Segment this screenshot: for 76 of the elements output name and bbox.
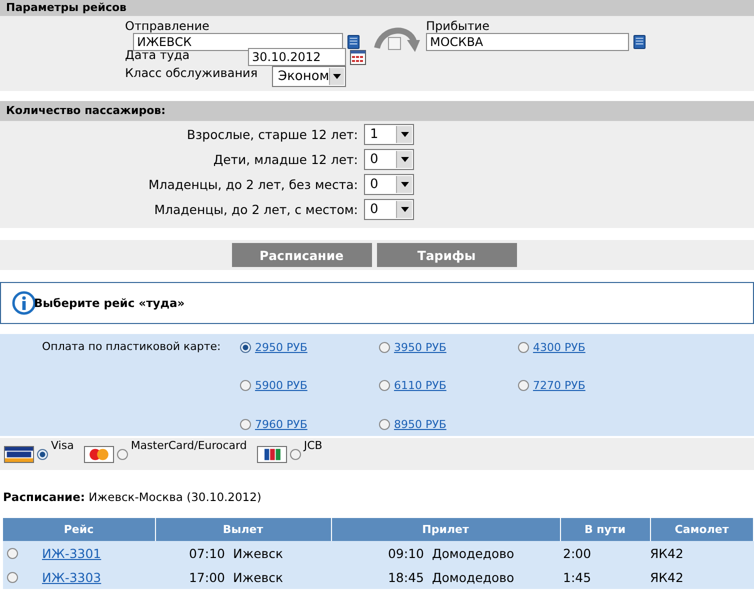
caret-icon bbox=[400, 132, 408, 137]
count-dropdown[interactable]: 0 bbox=[364, 149, 414, 170]
fare-radio[interactable] bbox=[518, 380, 529, 392]
section-header: Параметры рейсов bbox=[0, 0, 754, 16]
info-icon bbox=[12, 291, 36, 315]
section-header: Количество пассажиров: bbox=[0, 101, 754, 121]
caret-icon bbox=[400, 157, 408, 162]
field-label: Отправление bbox=[125, 19, 210, 33]
arrival-airport: Домодедово bbox=[432, 570, 516, 584]
column-header: Прилет bbox=[331, 518, 560, 541]
count-dropdown[interactable]: 0 bbox=[364, 174, 414, 195]
card-logo-icon bbox=[4, 444, 34, 464]
arrival-field[interactable]: МОСКВА bbox=[426, 33, 629, 51]
arrival-time: 18:45 bbox=[388, 570, 424, 584]
card-label: Visa bbox=[51, 438, 74, 452]
fare-link[interactable]: 4300 РУБ bbox=[533, 340, 586, 354]
flight-radio[interactable] bbox=[7, 572, 18, 582]
column-header: Вылет bbox=[155, 518, 331, 541]
payment-label: Оплата по пластиковой карте: bbox=[41, 340, 222, 355]
departure-time: 17:00 bbox=[188, 570, 225, 584]
flight-radio[interactable] bbox=[7, 548, 18, 558]
caret-icon bbox=[400, 182, 408, 187]
aircraft: ЯК42 bbox=[650, 546, 684, 560]
fare-link[interactable]: 2950 РУБ bbox=[255, 340, 308, 354]
duration: 2:00 bbox=[563, 546, 592, 560]
fare-link[interactable]: 3950 РУБ bbox=[394, 340, 446, 354]
column-header: Самолет bbox=[650, 518, 754, 541]
arrival-time: 09:10 bbox=[388, 546, 424, 560]
date-field[interactable]: 30.10.2012 bbox=[248, 48, 346, 66]
fare-link[interactable]: 6110 РУБ bbox=[394, 379, 446, 392]
fare-radio[interactable] bbox=[518, 342, 529, 352]
schedule-title: Расписание: Ижевск-Москва (30.10.2012) bbox=[2, 490, 262, 504]
column-header: В пути bbox=[560, 518, 650, 541]
action-button[interactable]: Расписание bbox=[232, 243, 372, 267]
departure-city: Ижевск bbox=[233, 570, 284, 584]
card-logo-icon bbox=[256, 444, 287, 464]
fare-radio[interactable] bbox=[379, 342, 390, 352]
field-label: Дети, младше 12 лет: bbox=[213, 152, 358, 167]
field-label: Прибытие bbox=[426, 19, 490, 33]
class-dropdown[interactable]: Эконом bbox=[272, 66, 346, 87]
card-radio[interactable] bbox=[290, 448, 301, 460]
fare-radio[interactable] bbox=[240, 380, 251, 392]
aircraft: ЯК42 bbox=[650, 570, 684, 584]
fare-link[interactable]: 7270 РУБ bbox=[533, 379, 586, 392]
arrival-airport: Домодедово bbox=[432, 546, 516, 560]
fare-link[interactable]: 7960 РУБ bbox=[255, 418, 308, 431]
card-logo-icon bbox=[84, 444, 114, 464]
card-radio[interactable] bbox=[116, 448, 128, 460]
fare-radio[interactable] bbox=[379, 380, 390, 392]
action-button[interactable]: Тарифы bbox=[376, 243, 516, 267]
departure-time: 07:10 bbox=[188, 546, 225, 560]
field-label: Младенцы, до 2 лет, без места: bbox=[148, 177, 358, 192]
departure-field[interactable]: ИЖЕВСК bbox=[133, 33, 343, 51]
duration: 1:45 bbox=[563, 570, 592, 584]
fare-radio[interactable] bbox=[379, 418, 390, 430]
book-icon[interactable] bbox=[347, 34, 360, 50]
column-header: Рейс bbox=[3, 518, 155, 541]
count-dropdown[interactable]: 0 bbox=[364, 199, 414, 220]
swap-checkbox[interactable] bbox=[388, 37, 401, 50]
fare-radio[interactable] bbox=[240, 342, 251, 352]
field-label: Класс обслуживания bbox=[125, 66, 259, 80]
caret-icon bbox=[333, 74, 342, 79]
field-label: Взрослые, старше 12 лет: bbox=[186, 127, 358, 142]
count-dropdown[interactable]: 1 bbox=[364, 124, 414, 145]
fare-radio[interactable] bbox=[240, 418, 251, 430]
departure-city: Ижевск bbox=[233, 546, 284, 560]
fare-link[interactable]: 5900 РУБ bbox=[255, 379, 308, 392]
book-icon[interactable] bbox=[633, 34, 646, 50]
field-label: Дата туда bbox=[125, 48, 191, 62]
fare-link[interactable]: 8950 РУБ bbox=[394, 418, 446, 431]
card-label: MasterCard/Eurocard bbox=[130, 438, 247, 452]
field-label: Младенцы, до 2 лет, с местом: bbox=[154, 202, 358, 217]
calendar-icon[interactable] bbox=[350, 50, 366, 64]
caret-icon bbox=[400, 207, 408, 212]
card-label: JCB bbox=[304, 438, 322, 452]
card-radio[interactable] bbox=[37, 448, 48, 460]
